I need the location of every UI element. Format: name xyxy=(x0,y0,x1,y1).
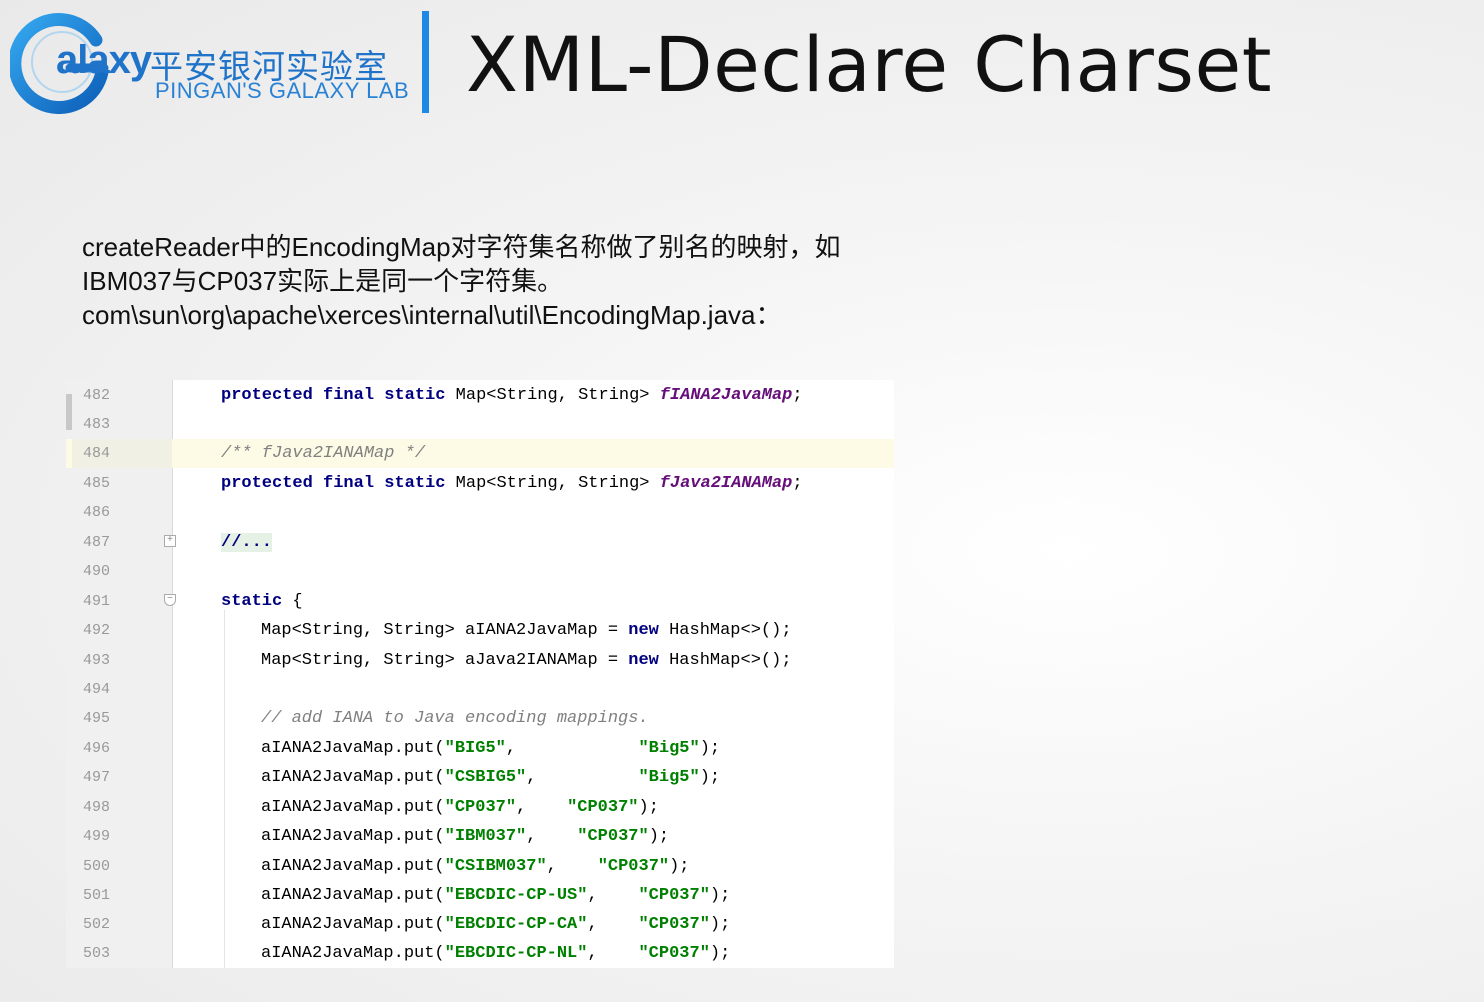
code-line: 492 Map<String, String> aIANA2JavaMap = … xyxy=(66,616,894,645)
code-put-call: aIANA2JavaMap.put("BIG5", "Big5"); xyxy=(261,739,721,758)
code-line: 500 aIANA2JavaMap.put("CSIBM037", "CP037… xyxy=(66,852,894,881)
line-number: 487 xyxy=(83,534,111,551)
line-number: 482 xyxy=(83,387,111,404)
slide-title: XML-Declare Charset xyxy=(466,20,1273,109)
line-number: 484 xyxy=(72,439,172,468)
code-screenshot: 482 protected final static Map<String, S… xyxy=(66,380,894,968)
code-line: 494 xyxy=(66,675,894,704)
code-put-call: aIANA2JavaMap.put("EBCDIC-CP-CA", "CP037… xyxy=(261,915,731,934)
code-line: 503 aIANA2JavaMap.put("EBCDIC-CP-NL", "C… xyxy=(66,939,894,968)
line-number: 492 xyxy=(83,622,111,639)
code-line: 499 aIANA2JavaMap.put("IBM037", "CP037")… xyxy=(66,822,894,851)
line-number: 490 xyxy=(83,563,111,580)
code-put-call: aIANA2JavaMap.put("CSBIG5", "Big5"); xyxy=(261,768,721,787)
line-number: 493 xyxy=(83,652,111,669)
code-comment: /** fJava2IANAMap */ xyxy=(221,444,426,463)
description-line: createReader中的EncodingMap对字符集名称做了别名的映射，如 xyxy=(82,232,841,262)
code-folded-region[interactable]: //... xyxy=(221,528,273,557)
code-text: protected final static Map<String, Strin… xyxy=(221,474,803,493)
line-number: 495 xyxy=(83,710,111,727)
code-line: 482 protected final static Map<String, S… xyxy=(66,381,894,410)
code-put-call: aIANA2JavaMap.put("IBM037", "CP037"); xyxy=(261,827,670,846)
code-put-call: aIANA2JavaMap.put("EBCDIC-CP-US", "CP037… xyxy=(261,886,731,905)
logo-wordmark: alaxy xyxy=(56,38,152,82)
line-number: 501 xyxy=(83,887,111,904)
code-text: protected final static Map<String, Strin… xyxy=(221,386,803,405)
line-number: 503 xyxy=(83,945,111,962)
code-put-call: aIANA2JavaMap.put("CP037", "CP037"); xyxy=(261,798,659,817)
line-number: 496 xyxy=(83,740,111,757)
code-line: 487 + //... xyxy=(66,528,894,557)
code-put-call: aIANA2JavaMap.put("EBCDIC-CP-NL", "CP037… xyxy=(261,944,731,963)
code-line: 490 xyxy=(66,557,894,586)
line-number: 500 xyxy=(83,858,111,875)
fold-collapse-icon[interactable]: − xyxy=(164,594,176,606)
code-line: 495 // add IANA to Java encoding mapping… xyxy=(66,704,894,733)
code-line: 491 − static { xyxy=(66,587,894,616)
line-number: 483 xyxy=(83,416,111,433)
description-line: com\sun\org\apache\xerces\internal\util\… xyxy=(82,300,782,330)
code-line-current: 484 /** fJava2IANAMap */ xyxy=(66,439,894,468)
code-line: 496 aIANA2JavaMap.put("BIG5", "Big5"); xyxy=(66,734,894,763)
code-text: Map<String, String> aJava2IANAMap = new … xyxy=(261,651,792,670)
code-put-call: aIANA2JavaMap.put("CSIBM037", "CP037"); xyxy=(261,857,690,876)
line-number: 499 xyxy=(83,828,111,845)
code-comment: // add IANA to Java encoding mappings. xyxy=(261,709,649,728)
line-number: 497 xyxy=(83,769,111,786)
fold-expand-icon[interactable]: + xyxy=(164,535,176,547)
code-text: static { xyxy=(221,592,303,611)
galaxy-lab-logo: alaxy 平安银河实验室 PINGAN'S GALAXY LAB xyxy=(10,10,409,114)
code-line: 485 protected final static Map<String, S… xyxy=(66,469,894,498)
code-line: 498 aIANA2JavaMap.put("CP037", "CP037"); xyxy=(66,793,894,822)
code-text: Map<String, String> aIANA2JavaMap = new … xyxy=(261,621,792,640)
line-number: 491 xyxy=(83,593,111,610)
code-line: 497 aIANA2JavaMap.put("CSBIG5", "Big5"); xyxy=(66,763,894,792)
code-line: 483 xyxy=(66,410,894,439)
code-line: 486 xyxy=(66,498,894,527)
code-line: 493 Map<String, String> aJava2IANAMap = … xyxy=(66,646,894,675)
code-line: 502 aIANA2JavaMap.put("EBCDIC-CP-CA", "C… xyxy=(66,910,894,939)
logo-name-en: PINGAN'S GALAXY LAB xyxy=(155,78,410,103)
line-number: 485 xyxy=(83,475,111,492)
line-number: 486 xyxy=(83,504,111,521)
title-divider xyxy=(422,11,429,113)
code-line: 501 aIANA2JavaMap.put("EBCDIC-CP-US", "C… xyxy=(66,881,894,910)
description-line: IBM037与CP037实际上是同一个字符集。 xyxy=(82,266,564,296)
line-number: 502 xyxy=(83,916,111,933)
line-number: 494 xyxy=(83,681,111,698)
line-number: 498 xyxy=(83,799,111,816)
description-text: createReader中的EncodingMap对字符集名称做了别名的映射，如… xyxy=(82,230,912,332)
